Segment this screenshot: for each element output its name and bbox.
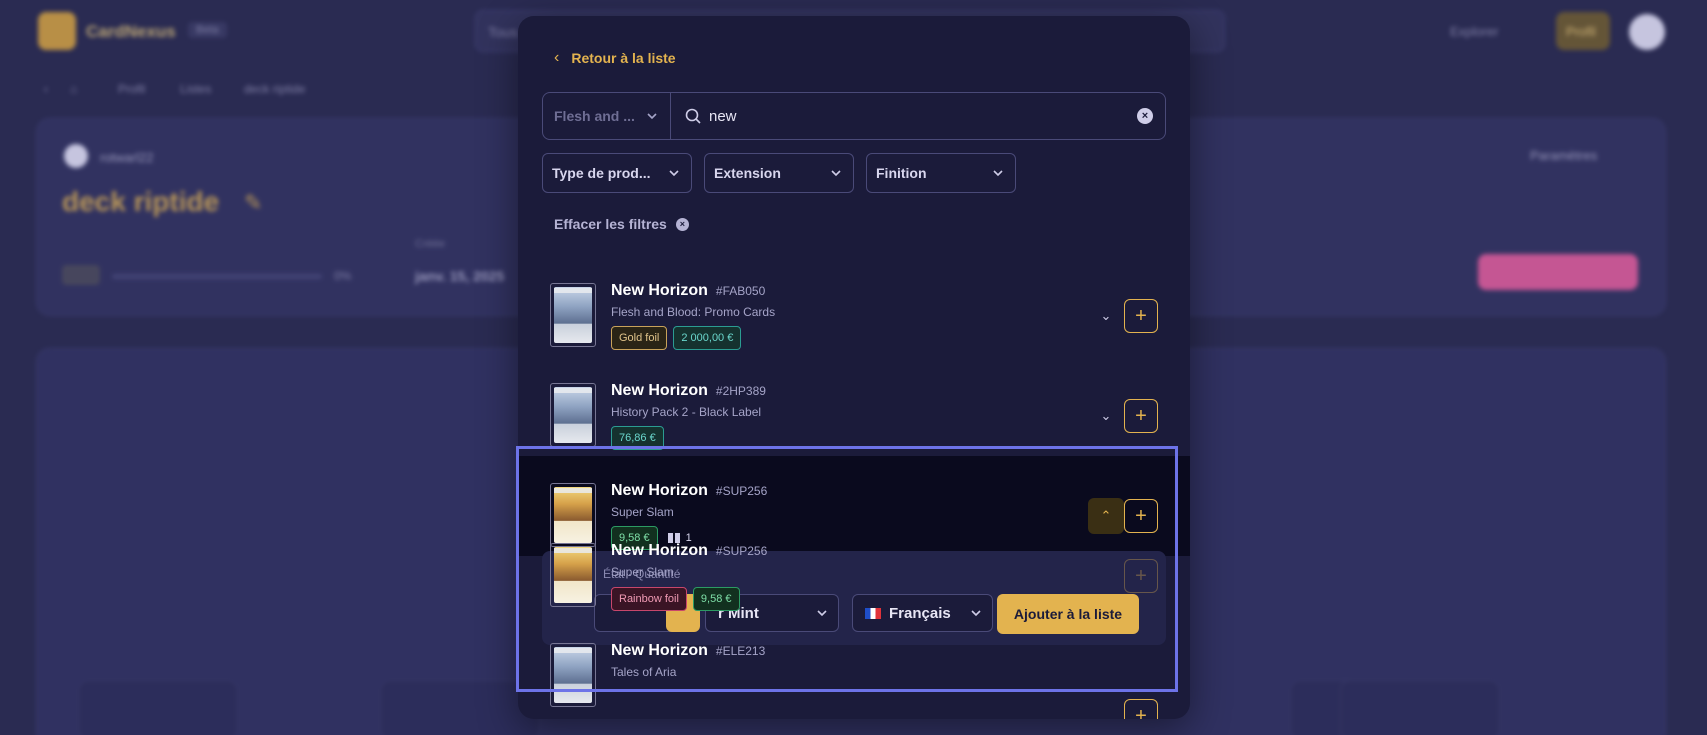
filter-label: Extension [714,165,781,181]
search-icon [685,108,701,124]
close-circle-icon: × [675,217,689,231]
price-badge: 2 000,00 € [673,326,742,350]
card-code: #FAB050 [715,284,766,298]
visibility-chip [62,265,100,285]
card-code: #SUP256 [715,544,768,558]
chevron-down-icon [669,170,679,177]
owner-avatar [64,144,88,168]
card-code: #2HP389 [715,384,766,398]
clear-filters-button[interactable]: Effacer les filtres × [554,216,689,232]
user-avatar[interactable] [1629,14,1665,50]
game-select[interactable]: Flesh and ... [543,93,671,139]
completion-progress-bar [112,274,322,279]
beta-badge: Beta [188,22,227,38]
clear-filters-label: Effacer les filtres [554,216,667,232]
result-item[interactable]: New Horizon #ELE213 Tales of Aria + [518,616,1190,719]
card-set: Super Slam [611,565,674,579]
product-type-filter[interactable]: Type de prod... [542,153,692,193]
card-thumbnail [550,383,596,447]
expand-chevron-icon[interactable]: ⌄ [1088,298,1124,334]
breadcrumb-lists[interactable]: Listes [180,82,211,96]
clear-search-icon[interactable]: × [1137,108,1153,124]
add-card-button[interactable]: + [1124,699,1158,719]
export-button[interactable] [1478,254,1638,290]
add-card-button[interactable]: + [1124,399,1158,433]
card-name: New Horizon [611,542,708,559]
back-to-list-link[interactable]: ‹ Retour à la liste [554,49,676,67]
stat-tile [380,680,540,735]
breadcrumb-separator: ‹ [44,82,48,96]
card-code: #SUP256 [715,484,768,498]
created-label: Créée [415,238,445,250]
app-logo[interactable] [38,12,76,50]
card-thumbnail [550,283,596,347]
expand-chevron-icon[interactable]: ⌄ [1088,398,1124,434]
card-thumbnail [550,643,596,707]
home-icon[interactable]: ⌂ [70,82,77,96]
completion-percent: 0% [334,269,352,283]
stat-tile [78,680,238,735]
card-set: Tales of Aria [611,665,677,679]
card-name: New Horizon [611,382,708,399]
filter-bar: Type de prod... Extension Finition [542,153,1016,193]
card-thumbnail [550,543,596,607]
app-name: CardNexus [86,22,176,41]
owner-name[interactable]: rotwarl22 [100,150,153,165]
search-field: × [671,93,1165,139]
breadcrumb-current: deck riptide [244,82,306,96]
settings-link[interactable]: Paramètres [1530,148,1597,163]
add-card-button[interactable]: + [1124,559,1158,593]
explorer-menu[interactable]: Explorer [1450,24,1498,39]
price-badge: 76,86 € [611,426,664,450]
chevron-down-icon [831,170,841,177]
created-date: janv. 15, 2025 [415,268,505,284]
card-search-bar: Flesh and ... × [542,92,1166,140]
add-card-modal: ‹ Retour à la liste Flesh and ... × Type… [518,16,1190,719]
profile-label: Profil [1566,24,1596,39]
back-to-list-label: Retour à la liste [571,50,676,66]
game-select-value: Flesh and ... [554,108,635,124]
card-set: History Pack 2 - Black Label [611,405,762,419]
stat-tile [1340,680,1500,735]
finish-badge: Gold foil [611,326,668,350]
card-name: New Horizon [611,482,708,499]
search-input[interactable] [709,107,1089,125]
add-card-button[interactable]: + [1124,299,1158,333]
result-item[interactable]: New Horizon #FAB050 Flesh and Blood: Pro… [518,256,1190,356]
card-name: New Horizon [611,282,708,299]
chevron-down-icon [993,170,1003,177]
card-set: Flesh and Blood: Promo Cards [611,305,776,319]
breadcrumb-profile[interactable]: Profil [118,82,145,96]
deck-title: deck riptide [62,186,220,217]
card-code: #ELE213 [715,644,766,658]
chevron-left-icon: ‹ [554,49,560,66]
result-item[interactable]: New Horizon #SUP256 Super Slam Rainbow f… [518,516,1190,616]
finish-filter[interactable]: Finition [866,153,1016,193]
finish-badge: Rainbow foil [611,587,687,611]
result-item[interactable]: New Horizon #2HP389 History Pack 2 - Bla… [518,356,1190,456]
global-search-category: Tous [488,24,518,40]
chevron-down-icon [647,113,657,120]
card-name: New Horizon [611,642,708,659]
edit-pen-icon[interactable]: ✎ [244,190,262,216]
filter-label: Type de prod... [552,165,651,181]
filter-label: Finition [876,165,927,181]
extension-filter[interactable]: Extension [704,153,854,193]
price-badge: 9,58 € [692,587,740,611]
